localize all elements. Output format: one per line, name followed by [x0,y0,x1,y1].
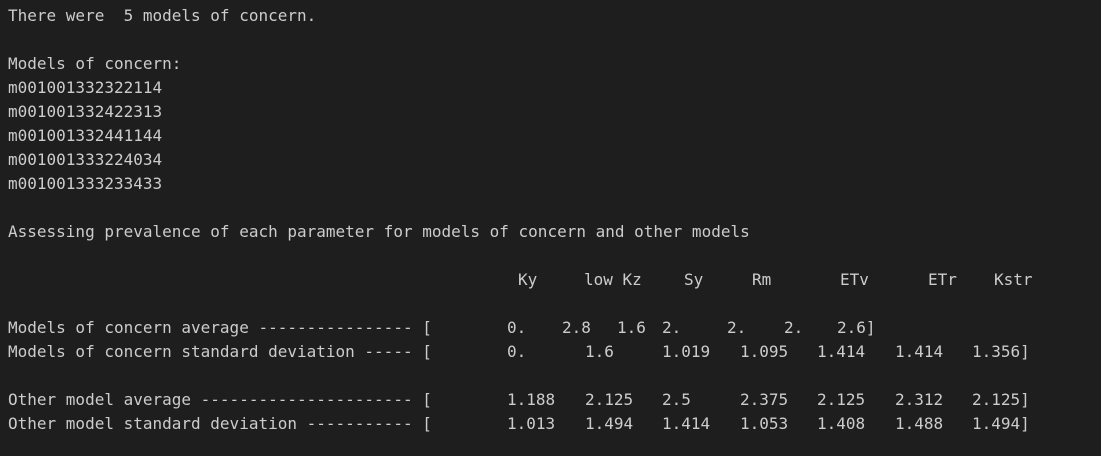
row-value: 0. [507,342,527,361]
models-heading: Models of concern: [8,54,182,73]
model-id: m001001332422313 [8,102,163,121]
column-header: low Kz [584,270,642,289]
row-value: 1.356] [972,342,1030,361]
row-value: 2. [727,318,747,337]
row-value: 1.494] [972,414,1030,433]
row-value: 2.312 [895,390,944,409]
model-id: m001001333224034 [8,150,163,169]
row-value: 1.494 [585,414,634,433]
column-header: Sy [684,270,704,289]
row-value: 1.408 [817,414,866,433]
row-value: 0. [507,318,527,337]
row-label: Other model average --------------------… [8,390,432,409]
row-value: 1.095 [740,342,789,361]
row-value: 1.414 [895,342,944,361]
row-value: 2. [784,318,804,337]
column-header: ETr [928,270,957,289]
row-label: Models of concern standard deviation ---… [8,342,432,361]
row-value: 1.414 [817,342,866,361]
model-id: m001001332441144 [8,126,163,145]
row-value: 2.125 [585,390,634,409]
row-value: 2.375 [740,390,789,409]
row-value: 2.8 [562,318,591,337]
row-value: 2.5 [662,390,691,409]
model-id: m001001333233433 [8,174,163,193]
assessing-line: Assessing prevalence of each parameter f… [8,222,750,241]
row-value: 1.053 [740,414,789,433]
row-value: 1.019 [662,342,711,361]
row-value: 1.188 [507,390,556,409]
column-header: Ky [518,270,538,289]
row-value: 2. [662,318,682,337]
column-header: ETv [840,270,869,289]
row-value: 2.125] [972,390,1030,409]
row-label: Models of concern average --------------… [8,318,432,337]
summary-line: There were 5 models of concern. [8,6,317,25]
row-value: 1.013 [507,414,556,433]
row-value: 1.488 [895,414,944,433]
model-id: m001001332322114 [8,78,163,97]
column-header: Kstr [994,270,1033,289]
row-value: 1.414 [662,414,711,433]
row-label: Other model standard deviation ---------… [8,414,432,433]
row-value: 2.125 [817,390,866,409]
column-header: Rm [752,270,772,289]
row-value: 1.6 [617,318,646,337]
row-value: 2.6] [837,318,876,337]
row-value: 1.6 [585,342,614,361]
